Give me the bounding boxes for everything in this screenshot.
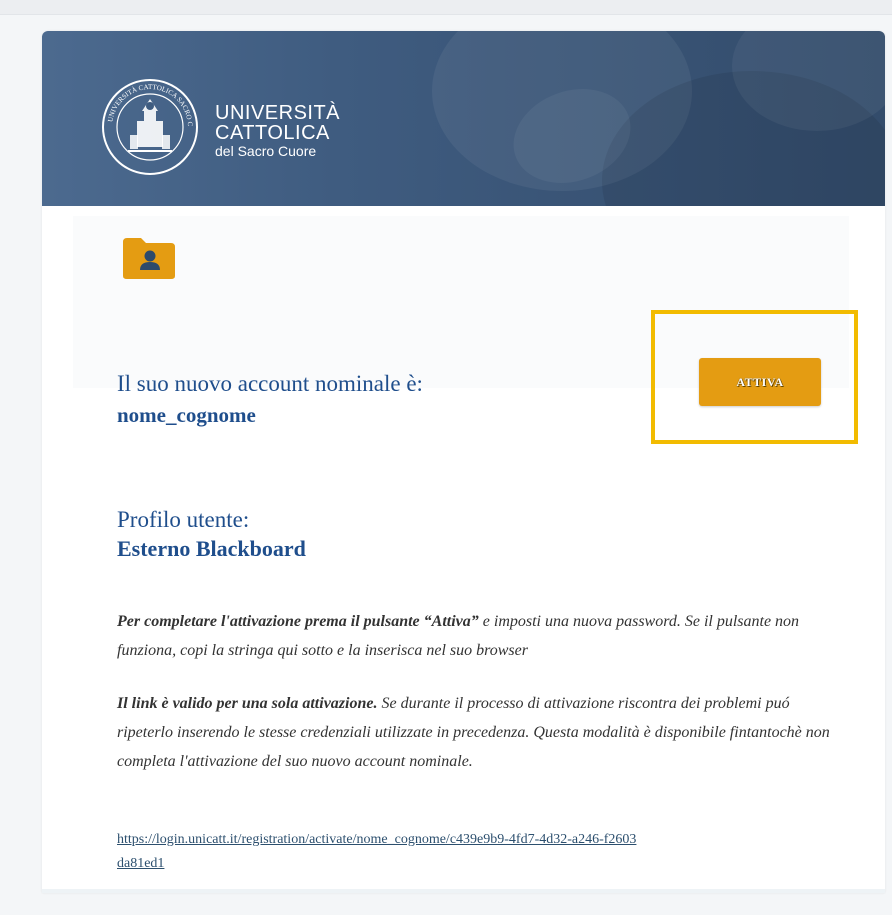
university-name-line2: CATTOLICA bbox=[215, 122, 330, 144]
profile-label: Profilo utente: bbox=[117, 507, 250, 532]
university-name-line3: del Sacro Cuore bbox=[215, 143, 317, 159]
account-label: Il suo nuovo account nominale è: bbox=[117, 371, 423, 396]
validity-bold: Il link è valido per una sola attivazion… bbox=[117, 695, 378, 712]
activate-button[interactable]: ATTIVA bbox=[699, 358, 821, 406]
header-banner: UNIVERSITÀ CATTOLICA SACRO CUORE MEDIOLA… bbox=[42, 31, 885, 206]
activation-link[interactable]: https://login.unicatt.it/registration/ac… bbox=[117, 828, 637, 876]
instructions-bold: Per completare l'attivazione prema il pu… bbox=[117, 613, 479, 630]
instructions-paragraph: Per completare l'attivazione prema il pu… bbox=[117, 607, 837, 665]
university-seal-logo: UNIVERSITÀ CATTOLICA SACRO CUORE MEDIOLA… bbox=[100, 77, 198, 175]
profile-value: Esterno Blackboard bbox=[117, 536, 306, 561]
user-folder-icon bbox=[123, 238, 175, 279]
account-username: nome_cognome bbox=[117, 403, 256, 427]
email-card: UNIVERSITÀ CATTOLICA SACRO CUORE MEDIOLA… bbox=[42, 31, 885, 893]
university-name: UNIVERSITÀ CATTOLICA del Sacro Cuore bbox=[215, 103, 340, 159]
university-name-line1: UNIVERSITÀ bbox=[215, 102, 341, 124]
validity-paragraph: Il link è valido per una sola attivazion… bbox=[117, 689, 837, 776]
card-footer bbox=[42, 889, 885, 893]
top-bar bbox=[0, 0, 892, 15]
